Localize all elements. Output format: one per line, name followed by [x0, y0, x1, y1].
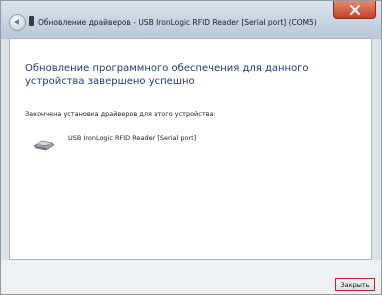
close-icon	[349, 4, 360, 15]
install-complete-text: Закончена установка драйверов для этого …	[25, 110, 216, 118]
back-arrow-icon[interactable]	[9, 14, 26, 31]
window-title: Обновление драйверов - USB IronLogic RFI…	[38, 18, 317, 27]
device-name: USB IronLogic RFID Reader [Serial port]	[68, 134, 197, 142]
usb-device-icon	[33, 140, 55, 151]
close-button[interactable]: Закрыть	[335, 278, 375, 291]
title-bar: Обновление драйверов - USB IronLogic RFI…	[1, 1, 381, 39]
window-app-icon	[29, 16, 34, 26]
dialog-footer	[1, 260, 381, 294]
page-heading: Обновление программного обеспечения для …	[25, 63, 309, 87]
window-close-button[interactable]	[333, 1, 376, 19]
